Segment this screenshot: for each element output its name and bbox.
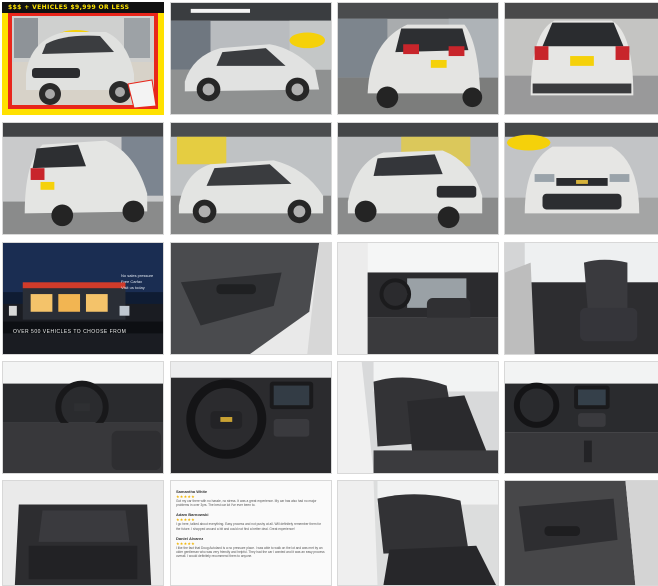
dealer-side-line: Visit us today xyxy=(121,285,145,290)
dealership-night-photo xyxy=(3,243,163,354)
gallery-thumbnail-side-profile[interactable] xyxy=(170,2,332,115)
car-rear-left-photo xyxy=(3,123,163,234)
gallery-thumbnail-reviews[interactable]: Samantha White ★★★★★ Got my car there wi… xyxy=(170,480,332,586)
gallery-thumbnail-rear-seats[interactable] xyxy=(337,361,499,474)
gallery-thumbnail-door-panel[interactable] xyxy=(170,242,332,355)
car-left-side-photo xyxy=(171,123,331,234)
car-rear-photo xyxy=(505,3,658,114)
car-side-photo xyxy=(171,3,331,114)
gallery-thumbnail-cargo-area[interactable] xyxy=(2,480,164,586)
review-text: I like the fact that Doug Autoland is a … xyxy=(176,545,325,559)
gallery-thumbnail-front-promo[interactable]: $$$ + VEHICLES $9,999 OR LESS xyxy=(2,2,164,115)
passenger-interior-photo xyxy=(505,243,658,354)
review-text: I go here, talked about everything. Easy… xyxy=(176,522,322,531)
gallery-thumbnail-rear-door[interactable] xyxy=(504,480,658,586)
dealer-caption: OVER 500 VEHICLES TO CHOOSE FROM xyxy=(13,329,127,335)
gallery-thumbnail-front-left[interactable] xyxy=(337,122,499,235)
gallery-thumbnail-rear-floor[interactable] xyxy=(337,480,499,586)
gallery-thumbnail-steering-wheel[interactable] xyxy=(170,361,332,474)
gallery-thumbnail-rear-quarter[interactable] xyxy=(337,2,499,115)
review-item: Adam Barnowski ★★★★★ I go here, talked a… xyxy=(176,512,326,530)
gallery-thumbnail-rear[interactable] xyxy=(504,2,658,115)
gallery-thumbnail-driver-interior[interactable] xyxy=(337,242,499,355)
promo-banner-text: $$$ + VEHICLES $9,999 OR LESS xyxy=(2,2,164,13)
dealer-side-text: No sales pressure Free Carfax Visit us t… xyxy=(121,273,157,291)
dashboard-left-photo xyxy=(3,362,163,473)
photo-gallery: $$$ + VEHICLES $9,999 OR LESS No sales p… xyxy=(2,2,658,586)
review-text: Got my car there with no hassle, no stre… xyxy=(176,499,317,508)
steering-wheel-photo xyxy=(171,362,331,473)
door-panel-photo xyxy=(171,243,331,354)
gallery-thumbnail-rear-left[interactable] xyxy=(2,122,164,235)
rear-door-photo xyxy=(505,481,658,585)
car-front-photo xyxy=(505,123,658,234)
gallery-thumbnail-left-side[interactable] xyxy=(170,122,332,235)
rear-floor-photo xyxy=(338,481,498,585)
gallery-thumbnail-passenger-interior[interactable] xyxy=(504,242,658,355)
review-item: Daniel Alvarez ★★★★★ I like the fact tha… xyxy=(176,536,326,559)
driver-interior-photo xyxy=(338,243,498,354)
gallery-thumbnail-dashboard-center[interactable] xyxy=(504,361,658,474)
dashboard-center-photo xyxy=(505,362,658,473)
car-front-left-photo xyxy=(338,123,498,234)
gallery-thumbnail-dashboard-left[interactable] xyxy=(2,361,164,474)
rear-seats-photo xyxy=(338,362,498,473)
car-front-promo-photo xyxy=(2,2,164,115)
gallery-thumbnail-dealership[interactable]: No sales pressure Free Carfax Visit us t… xyxy=(2,242,164,355)
customer-reviews-panel: Samantha White ★★★★★ Got my car there wi… xyxy=(171,481,331,585)
gallery-thumbnail-front[interactable] xyxy=(504,122,658,235)
review-list: Samantha White ★★★★★ Got my car there wi… xyxy=(176,489,326,558)
car-rear-quarter-photo xyxy=(338,3,498,114)
cargo-area-photo xyxy=(3,481,163,585)
review-item: Samantha White ★★★★★ Got my car there wi… xyxy=(176,489,326,507)
